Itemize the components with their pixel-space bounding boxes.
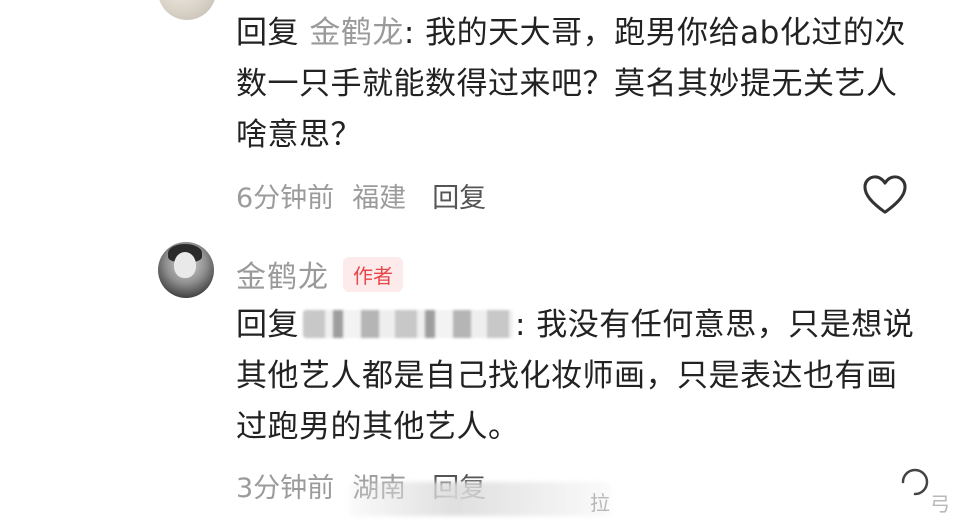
author-row: 金鹤龙 作者 bbox=[236, 252, 403, 296]
reply-button[interactable]: 回复 bbox=[432, 176, 486, 215]
author-avatar[interactable] bbox=[158, 242, 214, 298]
reply-prefix: 回复 bbox=[236, 307, 299, 343]
watermark-text: 拉 bbox=[590, 491, 610, 515]
comment-location: 福建 bbox=[352, 183, 407, 214]
commenter-avatar-top[interactable] bbox=[158, 0, 216, 20]
reply-prefix: 回复 bbox=[236, 15, 299, 51]
comment-2-text: 回复: 我没有任何意思，只是想说其他艺人都是自己找化妆师画，只是表达也有画过跑男… bbox=[236, 300, 926, 453]
watermark-blur bbox=[350, 482, 610, 516]
reply-target-user[interactable]: 金鹤龙 bbox=[309, 15, 404, 51]
comment-time: 6分钟前 bbox=[236, 183, 335, 214]
avatar-face bbox=[174, 252, 196, 278]
heart-outline-icon[interactable] bbox=[862, 174, 908, 216]
comment-1-text: 回复 金鹤龙: 我的天大哥，跑男你给ab化过的次数一只手就能数得过来吧？莫名其妙… bbox=[236, 8, 926, 161]
watermark-corner: 弓 bbox=[930, 492, 950, 516]
author-badge: 作者 bbox=[343, 256, 403, 292]
blurred-username bbox=[303, 309, 513, 338]
comment-time: 3分钟前 bbox=[236, 473, 335, 504]
comment-1-meta: 6分钟前 福建 回复 bbox=[236, 176, 486, 215]
author-name[interactable]: 金鹤龙 bbox=[236, 252, 329, 296]
more-circle-icon[interactable] bbox=[895, 462, 935, 502]
